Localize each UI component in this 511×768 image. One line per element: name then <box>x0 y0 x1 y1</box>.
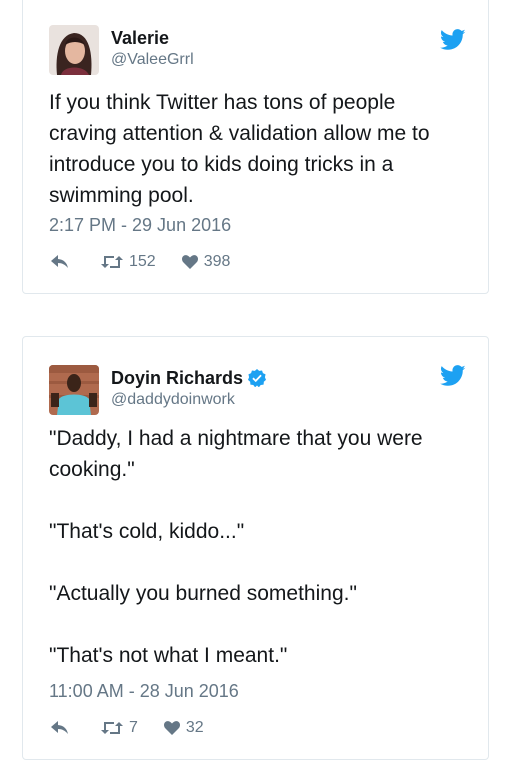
user-handle[interactable]: @daddydoinwork <box>111 391 266 409</box>
reply-icon <box>51 721 68 734</box>
retweet-count: 7 <box>129 719 138 736</box>
twitter-bird-icon[interactable] <box>440 365 466 387</box>
like-count: 398 <box>203 253 231 270</box>
tweet-card[interactable]: Doyin Richards @daddydoinwork "Daddy, I … <box>22 336 489 760</box>
avatar-image <box>49 365 99 415</box>
verified-badge-icon <box>248 369 267 387</box>
tweet-text: "Daddy, I had a nightmare that you were … <box>49 427 423 667</box>
retweet-count: 152 <box>129 253 156 270</box>
retweet-button[interactable]: 152 <box>101 253 156 271</box>
like-count: 32 <box>185 719 204 736</box>
reply-button[interactable] <box>51 721 69 735</box>
twitter-bird-icon[interactable] <box>440 29 466 51</box>
user-info[interactable]: Doyin Richards @daddydoinwork <box>111 367 267 409</box>
retweet-icon <box>101 722 123 734</box>
tweet-text: If you think Twitter has tons of people … <box>49 91 436 207</box>
tweet-actions: 7 32 <box>51 719 204 737</box>
user-handle[interactable]: @ValeeGrrl <box>111 51 194 69</box>
like-heart-icon <box>163 721 180 735</box>
avatar-image <box>49 25 99 75</box>
tweet-actions: 152 398 <box>51 253 230 271</box>
display-name[interactable]: Valerie <box>111 28 169 49</box>
user-info[interactable]: Valerie @ValeeGrrl <box>111 27 194 69</box>
like-button[interactable]: 32 <box>163 719 204 737</box>
avatar[interactable] <box>49 365 99 415</box>
reply-button[interactable] <box>51 255 69 269</box>
retweet-icon <box>101 256 123 268</box>
like-button[interactable]: 398 <box>181 253 231 271</box>
avatar[interactable] <box>49 25 99 75</box>
like-heart-icon <box>181 255 198 269</box>
tweet-timestamp[interactable]: 11:00 AM - 28 Jun 2016 <box>49 681 239 702</box>
reply-icon <box>51 255 68 268</box>
tweet-timestamp[interactable]: 2:17 PM - 29 Jun 2016 <box>49 215 231 236</box>
display-name[interactable]: Doyin Richards <box>111 368 243 389</box>
tweet-card[interactable]: Valerie @ValeeGrrl If you think Twitter … <box>22 0 489 294</box>
retweet-button[interactable]: 7 <box>101 719 138 737</box>
